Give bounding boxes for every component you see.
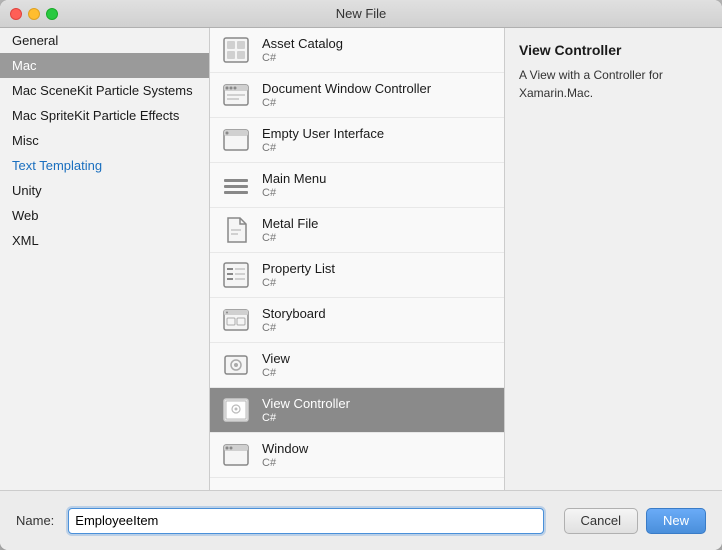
maximize-button[interactable] <box>46 8 58 20</box>
property-list-name: Property List <box>262 261 335 276</box>
property-list-icon <box>220 259 252 291</box>
view-controller-icon <box>220 394 252 426</box>
asset-catalog-icon <box>220 34 252 66</box>
main-menu-name: Main Menu <box>262 171 326 186</box>
title-bar: New File <box>0 0 722 28</box>
list-item-storyboard[interactable]: StoryboardC# <box>210 298 504 343</box>
file-list: Asset CatalogC#Document Window Controlle… <box>210 28 505 490</box>
window-sub: C# <box>262 457 308 469</box>
detail-panel: View Controller A View with a Controller… <box>505 28 722 490</box>
close-button[interactable] <box>10 8 22 20</box>
document-window-controller-sub: C# <box>262 97 431 109</box>
view-name: View <box>262 351 290 366</box>
view-sub: C# <box>262 367 290 379</box>
new-button[interactable]: New <box>646 508 706 534</box>
minimize-button[interactable] <box>28 8 40 20</box>
name-input[interactable] <box>68 508 543 534</box>
window-name: Window <box>262 441 308 456</box>
sidebar-item-xml[interactable]: XML <box>0 228 209 253</box>
sidebar-item-mac[interactable]: Mac <box>0 53 209 78</box>
cancel-button[interactable]: Cancel <box>564 508 638 534</box>
metal-file-icon <box>220 214 252 246</box>
sidebar: GeneralMacMac SceneKit Particle SystemsM… <box>0 28 210 490</box>
asset-catalog-sub: C# <box>262 52 343 64</box>
list-item-property-list[interactable]: Property ListC# <box>210 253 504 298</box>
property-list-sub: C# <box>262 277 335 289</box>
document-window-controller-icon <box>220 79 252 111</box>
window-icon <box>220 439 252 471</box>
sidebar-item-mac-spritekit[interactable]: Mac SpriteKit Particle Effects <box>0 103 209 128</box>
list-item-document-window-controller[interactable]: Document Window ControllerC# <box>210 73 504 118</box>
empty-user-interface-name: Empty User Interface <box>262 126 384 141</box>
button-group: Cancel New <box>564 508 706 534</box>
sidebar-item-general[interactable]: General <box>0 28 209 53</box>
asset-catalog-name: Asset Catalog <box>262 36 343 51</box>
main-menu-sub: C# <box>262 187 326 199</box>
empty-user-interface-icon <box>220 124 252 156</box>
metal-file-name: Metal File <box>262 216 318 231</box>
storyboard-name: Storyboard <box>262 306 326 321</box>
main-menu-icon <box>220 169 252 201</box>
storyboard-sub: C# <box>262 322 326 334</box>
list-item-window[interactable]: WindowC# <box>210 433 504 478</box>
sidebar-item-text-templating[interactable]: Text Templating <box>0 153 209 178</box>
detail-description: A View with a Controller for Xamarin.Mac… <box>519 66 708 102</box>
storyboard-icon <box>220 304 252 336</box>
document-window-controller-name: Document Window Controller <box>262 81 431 96</box>
main-content: GeneralMacMac SceneKit Particle SystemsM… <box>0 28 722 490</box>
sidebar-item-mac-scenekit[interactable]: Mac SceneKit Particle Systems <box>0 78 209 103</box>
list-item-asset-catalog[interactable]: Asset CatalogC# <box>210 28 504 73</box>
detail-title: View Controller <box>519 42 708 58</box>
window-title: New File <box>336 6 387 21</box>
sidebar-item-misc[interactable]: Misc <box>0 128 209 153</box>
list-item-metal-file[interactable]: Metal FileC# <box>210 208 504 253</box>
empty-user-interface-sub: C# <box>262 142 384 154</box>
list-item-view-controller[interactable]: View ControllerC# <box>210 388 504 433</box>
sidebar-item-unity[interactable]: Unity <box>0 178 209 203</box>
view-controller-name: View Controller <box>262 396 350 411</box>
bottom-bar: Name: Cancel New <box>0 490 722 550</box>
view-icon <box>220 349 252 381</box>
traffic-lights <box>10 8 58 20</box>
sidebar-item-web[interactable]: Web <box>0 203 209 228</box>
view-controller-sub: C# <box>262 412 350 424</box>
list-item-view[interactable]: ViewC# <box>210 343 504 388</box>
name-label: Name: <box>16 513 54 528</box>
list-item-main-menu[interactable]: Main MenuC# <box>210 163 504 208</box>
new-file-window: New File GeneralMacMac SceneKit Particle… <box>0 0 722 550</box>
list-item-empty-user-interface[interactable]: Empty User InterfaceC# <box>210 118 504 163</box>
metal-file-sub: C# <box>262 232 318 244</box>
